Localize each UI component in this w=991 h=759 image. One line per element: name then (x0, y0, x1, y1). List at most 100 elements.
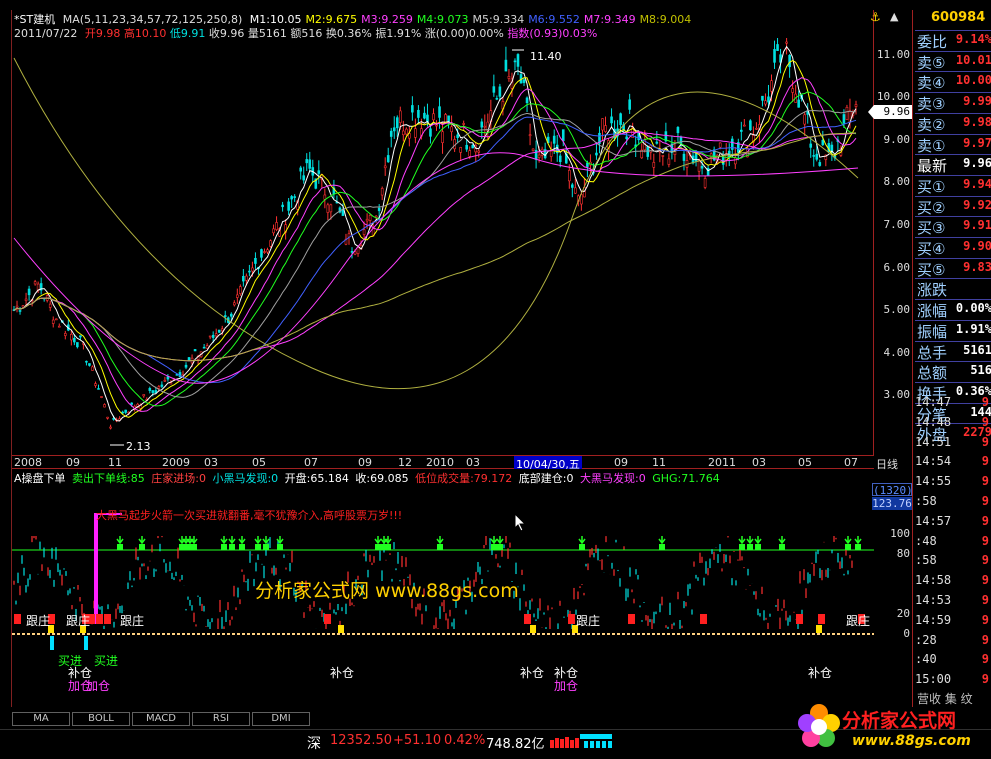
candle-body (217, 329, 221, 333)
dark-horse-warning: 大黑马起步火箭一次买进就翻番,毫不犹豫介入,高呼股票万岁!!! (96, 509, 403, 522)
candle-body (468, 150, 472, 157)
candle-body (368, 214, 372, 221)
candle-body (438, 106, 441, 118)
date-tick: 03 (204, 456, 218, 469)
candle-body (495, 97, 499, 100)
order-book-label: 卖① (917, 136, 946, 155)
order-book-label: 委比 (917, 33, 948, 51)
tab-dmi[interactable]: DMI (252, 712, 310, 726)
dealer-block (324, 614, 331, 624)
candle-body (812, 155, 816, 157)
tab-rsi[interactable]: RSI (192, 712, 250, 726)
order-book-row: 卖⑤ 10.01 (915, 50, 991, 72)
signal-label-follow: 跟庄 (26, 614, 51, 628)
dealer-block (96, 614, 103, 624)
candle-body (450, 126, 453, 133)
order-book-label: 买⑤ (917, 260, 946, 279)
candle-body (51, 319, 55, 324)
candle-body (471, 144, 475, 149)
candle-body (661, 155, 665, 157)
candle-body (703, 178, 707, 188)
order-book-label: 买③ (917, 219, 946, 238)
candle-body (103, 404, 106, 408)
date-tick: 11 (652, 456, 666, 469)
candle-body (477, 150, 481, 153)
candle-body (214, 333, 218, 337)
date-tick: 2009 (162, 456, 190, 469)
order-book-value: 9.97 (963, 135, 991, 150)
indicator-tick: 20 (896, 607, 910, 620)
tick-time: 14:59 (915, 612, 952, 627)
tab-macd[interactable]: MACD (132, 712, 190, 726)
period-label[interactable]: 日线 (876, 456, 898, 472)
candle-body (248, 270, 251, 273)
site-logo: 分析家公式网 www.88gs.com (792, 697, 991, 759)
high-price-label: 11.40 (530, 50, 562, 63)
candle-body (239, 286, 242, 295)
order-book-row: 涨跌 (915, 278, 991, 299)
cyan-stick (84, 636, 88, 650)
date-tick: 07 (304, 456, 318, 469)
signal-square (117, 544, 123, 550)
tab-ma[interactable]: MA (12, 712, 70, 726)
candle-body (163, 379, 167, 382)
tick-price: 9 (981, 593, 989, 607)
watermark: 分析家公式网 www.88gs.com (255, 580, 519, 602)
candle-body (287, 201, 290, 211)
signal-square (437, 544, 443, 550)
tab-boll[interactable]: BOLL (72, 712, 130, 726)
signal-label-follow: 跟庄 (576, 614, 601, 628)
candle-body (106, 416, 109, 419)
candle-body (411, 105, 414, 113)
candle-body (402, 130, 405, 136)
candle-body (537, 154, 541, 158)
candle-body (749, 120, 752, 131)
order-book-row: 买② 9.92 (915, 195, 991, 217)
tick-price: 9 (981, 632, 989, 647)
candle-body (652, 162, 656, 168)
candle-body (151, 390, 155, 393)
candle-body (610, 116, 613, 124)
up-arrow-icon[interactable]: ▲ (890, 10, 898, 23)
candle-body (229, 313, 233, 317)
price-tick: 10.00 (876, 90, 910, 104)
ma-long-line (13, 57, 859, 390)
candle-body (619, 113, 622, 125)
candle-body (456, 134, 459, 138)
signal-label-buy: 买进 (94, 654, 119, 668)
ma-line (13, 131, 857, 362)
order-book-value: 9.99 (963, 94, 991, 109)
signal-square (659, 544, 665, 550)
candle-body (208, 335, 212, 338)
order-book-row: 总额 516 (915, 361, 991, 382)
indicator-tick: 80 (896, 547, 910, 560)
candle-body (549, 150, 553, 157)
candle-body (761, 95, 764, 101)
candle-body (395, 117, 399, 129)
chart-toolbar-icons: ⚓ ▲ (862, 10, 912, 26)
anchor-icon[interactable]: ⚓ (870, 10, 881, 24)
candle-body (266, 249, 269, 253)
tick-time: :40 (915, 652, 937, 667)
order-book-value: 9.92 (963, 197, 991, 212)
stock-code: 600984 (931, 10, 986, 25)
signal-square (739, 544, 745, 550)
status-amount: 748.82亿 (486, 737, 545, 752)
date-tick: 07 (844, 456, 858, 469)
candle-body (788, 54, 791, 68)
candle-body (531, 148, 535, 151)
candle-body (646, 146, 650, 157)
order-book-value: 516 (970, 363, 991, 378)
candle-body (88, 363, 91, 366)
buy-arrow-icon (228, 536, 236, 545)
buy-arrow-icon (262, 536, 270, 545)
tick-time: :58 (915, 553, 937, 568)
buy-arrow-icon (854, 536, 862, 545)
low-volume-block (816, 625, 822, 633)
candle-body (169, 382, 173, 385)
candle-body (91, 366, 94, 371)
order-book-row: 买③ 9.91 (915, 216, 991, 237)
order-book-label: 卖② (917, 115, 946, 134)
candle-body (818, 162, 822, 166)
candle-body (561, 129, 565, 142)
